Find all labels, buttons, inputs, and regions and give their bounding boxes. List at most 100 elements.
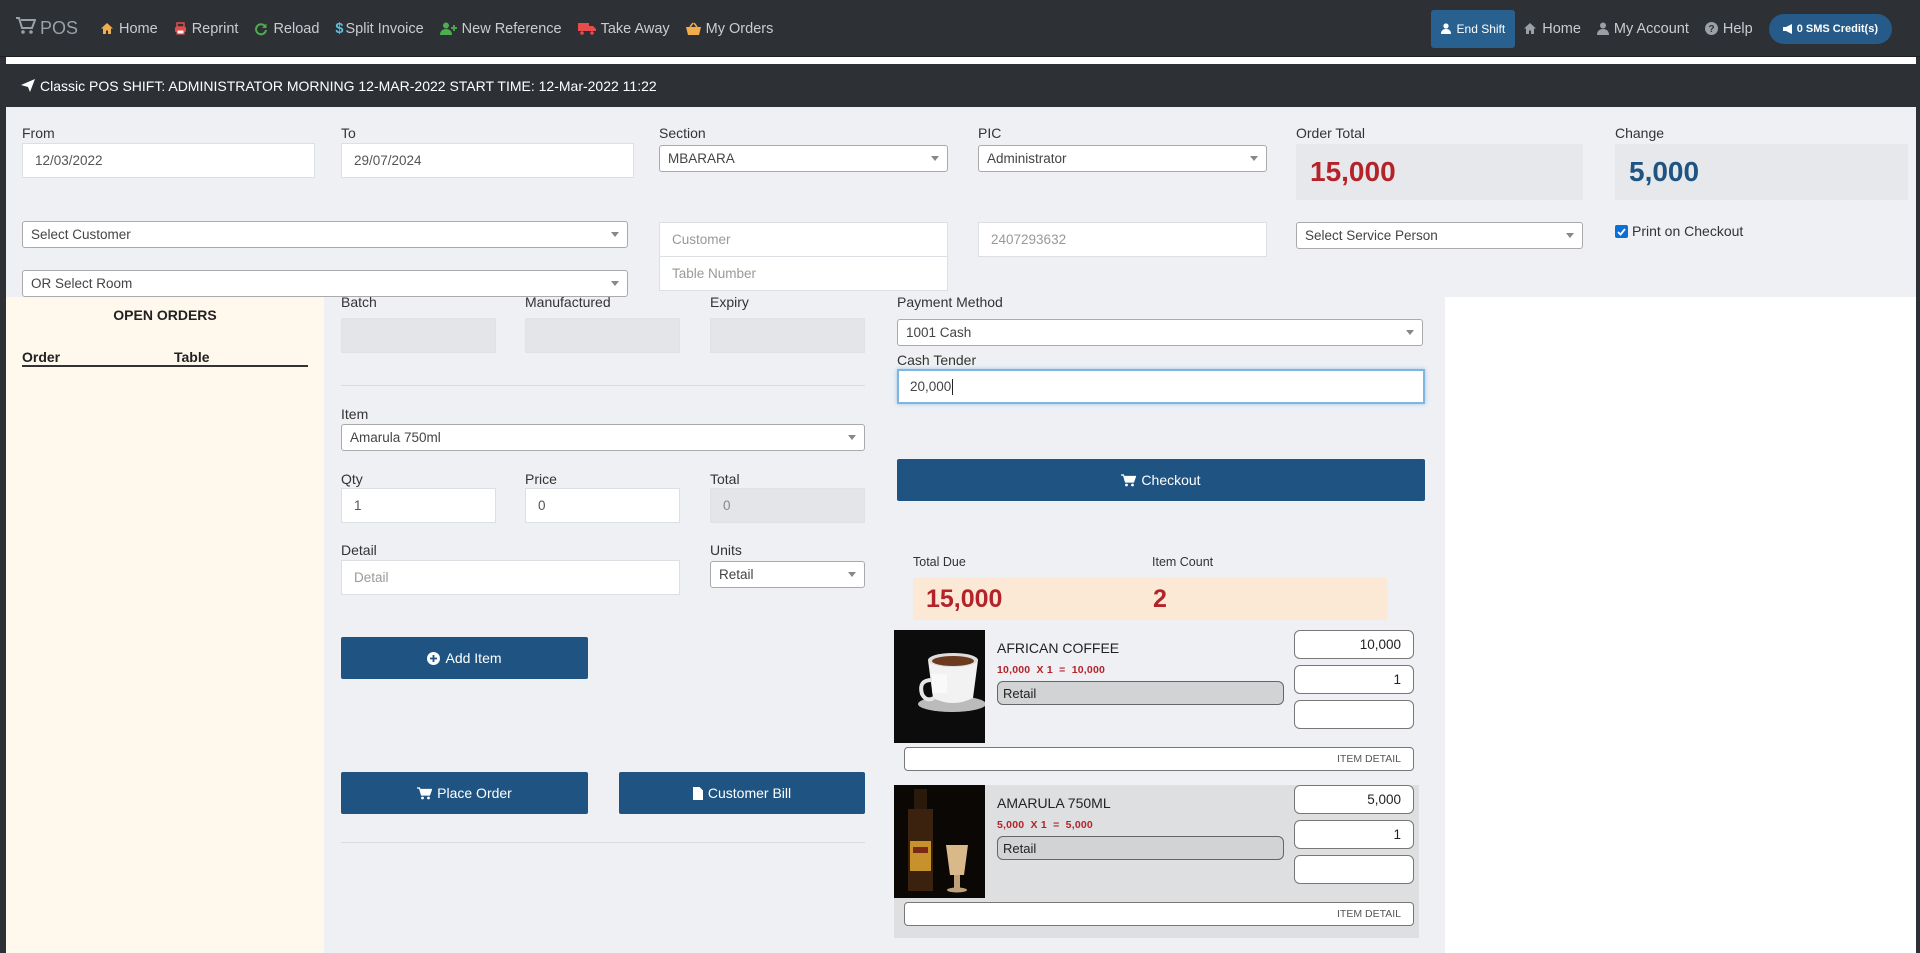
price-input[interactable]: 0 bbox=[525, 488, 680, 523]
nav-take-away[interactable]: Take Away bbox=[577, 20, 670, 37]
section-select[interactable]: MBARARA bbox=[659, 145, 948, 172]
brand[interactable]: POS bbox=[16, 17, 78, 40]
change-label: Change bbox=[1615, 125, 1665, 141]
cash-tender-label: Cash Tender bbox=[897, 352, 977, 368]
print-on-checkout-checkbox[interactable] bbox=[1615, 225, 1628, 238]
cart-item-calc: 5,000 X 1 = 5,000 bbox=[997, 819, 1093, 831]
cart-item-qty[interactable]: 1 bbox=[1294, 820, 1414, 849]
customer-bill-label: Customer Bill bbox=[707, 785, 792, 801]
batch-field bbox=[341, 318, 496, 353]
nav-my-account[interactable]: My Account bbox=[1596, 21, 1689, 37]
open-orders-panel: OPEN ORDERS Order Table bbox=[6, 297, 324, 953]
from-date-field[interactable]: 12/03/2022 bbox=[22, 143, 315, 178]
add-item-button[interactable]: Add Item bbox=[341, 637, 588, 679]
pic-select[interactable]: Administrator bbox=[978, 145, 1267, 172]
cart-item-unit[interactable]: Retail bbox=[997, 836, 1284, 860]
cart-item-name: AMARULA 750ML bbox=[997, 795, 1111, 811]
payment-method-select[interactable]: 1001 Cash bbox=[897, 319, 1423, 346]
add-item-label: Add Item bbox=[445, 650, 502, 666]
place-order-button[interactable]: Place Order bbox=[341, 772, 588, 814]
units-select[interactable]: Retail bbox=[710, 561, 865, 588]
chevron-down-icon bbox=[931, 156, 939, 161]
top-navbar: POS Home Reprint Reload $ Split Invoice … bbox=[0, 0, 1920, 57]
table-column-header: Table bbox=[174, 349, 210, 365]
cart-item-price[interactable]: 5,000 bbox=[1294, 785, 1414, 814]
cart-item-unit[interactable]: Retail bbox=[997, 681, 1284, 705]
nav-reload[interactable]: Reload bbox=[254, 21, 319, 37]
nav-reprint[interactable]: Reprint bbox=[174, 20, 239, 37]
nav-split-invoice-label: Split Invoice bbox=[345, 20, 424, 37]
detail-placeholder: Detail bbox=[354, 570, 389, 585]
change-value: 5,000 bbox=[1615, 144, 1908, 200]
qty-label: Qty bbox=[341, 471, 363, 487]
cash-tender-input[interactable]: 20,000 bbox=[897, 369, 1425, 404]
send-icon bbox=[21, 79, 35, 92]
cart-item-extra[interactable] bbox=[1294, 700, 1414, 729]
nav-right-home[interactable]: Home bbox=[1523, 21, 1581, 37]
print-on-checkout-label: Print on Checkout bbox=[1632, 223, 1744, 239]
chevron-down-icon bbox=[1566, 233, 1574, 238]
nav-new-reference[interactable]: New Reference bbox=[439, 21, 562, 37]
phone-field[interactable]: 2407293632 bbox=[978, 222, 1267, 257]
qty-value: 1 bbox=[354, 498, 362, 513]
table-number-input[interactable]: Table Number bbox=[659, 256, 948, 291]
nav-home[interactable]: Home bbox=[100, 21, 158, 37]
chevron-down-icon bbox=[848, 572, 856, 577]
expiry-field bbox=[710, 318, 865, 353]
cart-icon bbox=[16, 17, 40, 40]
service-person-select[interactable]: Select Service Person bbox=[1296, 222, 1583, 249]
chevron-down-icon bbox=[1406, 330, 1414, 335]
shift-info-bar: Classic POS SHIFT: ADMINISTRATOR MORNING… bbox=[6, 64, 1916, 107]
pic-label: PIC bbox=[978, 125, 1002, 141]
from-label: From bbox=[22, 125, 55, 141]
batch-label: Batch bbox=[341, 294, 377, 310]
open-orders-header: Order Table bbox=[22, 349, 308, 367]
checkout-button[interactable]: Checkout bbox=[897, 459, 1425, 501]
basket-icon bbox=[685, 22, 701, 35]
total-field: 0 bbox=[710, 488, 865, 523]
nav-split-invoice[interactable]: $ Split Invoice bbox=[335, 21, 423, 37]
plus-circle-icon bbox=[427, 651, 441, 665]
cart-item-qty[interactable]: 1 bbox=[1294, 665, 1414, 694]
item-detail-button[interactable]: ITEM DETAIL bbox=[904, 902, 1414, 926]
question-icon: ? bbox=[1704, 22, 1718, 35]
nav-home-label: Home bbox=[119, 20, 158, 37]
end-shift-button[interactable]: End Shift bbox=[1430, 9, 1516, 48]
place-order-label: Place Order bbox=[437, 785, 512, 801]
truck-icon bbox=[577, 22, 596, 35]
item-detail-button[interactable]: ITEM DETAIL bbox=[904, 747, 1414, 771]
divider bbox=[341, 842, 865, 843]
detail-label: Detail bbox=[341, 542, 377, 558]
chevron-down-icon bbox=[611, 281, 619, 286]
nav-take-away-label: Take Away bbox=[600, 20, 670, 37]
select-room[interactable]: OR Select Room bbox=[22, 270, 628, 297]
cart-item-price[interactable]: 10,000 bbox=[1294, 630, 1414, 659]
customer-bill-button[interactable]: Customer Bill bbox=[619, 772, 865, 814]
detail-input[interactable]: Detail bbox=[341, 560, 680, 595]
total-label: Total bbox=[710, 471, 740, 487]
payment-panel: Payment Method 1001 Cash Cash Tender 20,… bbox=[880, 294, 1445, 953]
pic-value: Administrator bbox=[987, 151, 1067, 166]
to-date-field[interactable]: 29/07/2024 bbox=[341, 143, 634, 178]
chevron-down-icon bbox=[1250, 156, 1258, 161]
sms-credits-badge[interactable]: 0 SMS Credit(s) bbox=[1768, 13, 1892, 44]
nav-my-orders-label: My Orders bbox=[705, 20, 774, 37]
nav-my-orders[interactable]: My Orders bbox=[685, 20, 774, 37]
nav-help[interactable]: ? Help bbox=[1704, 21, 1753, 37]
text-cursor bbox=[952, 378, 954, 395]
nav-reload-label: Reload bbox=[273, 20, 320, 37]
user-icon bbox=[1440, 23, 1453, 34]
price-label: Price bbox=[525, 471, 557, 487]
units-value: Retail bbox=[719, 567, 754, 582]
select-customer[interactable]: Select Customer bbox=[22, 221, 628, 248]
cart-item-extra[interactable] bbox=[1294, 855, 1414, 884]
checkout-label: Checkout bbox=[1141, 472, 1201, 488]
cart-item-calc: 10,000 X 1 = 10,000 bbox=[997, 664, 1106, 676]
customer-input[interactable]: Customer bbox=[659, 222, 948, 257]
total-due-value: 15,000 bbox=[913, 578, 1150, 620]
nav-right-home-label: Home bbox=[1542, 20, 1581, 37]
item-select[interactable]: Amarula 750ml bbox=[341, 424, 865, 451]
nav-reprint-label: Reprint bbox=[191, 20, 239, 37]
home-icon bbox=[100, 22, 114, 35]
qty-input[interactable]: 1 bbox=[341, 488, 496, 523]
